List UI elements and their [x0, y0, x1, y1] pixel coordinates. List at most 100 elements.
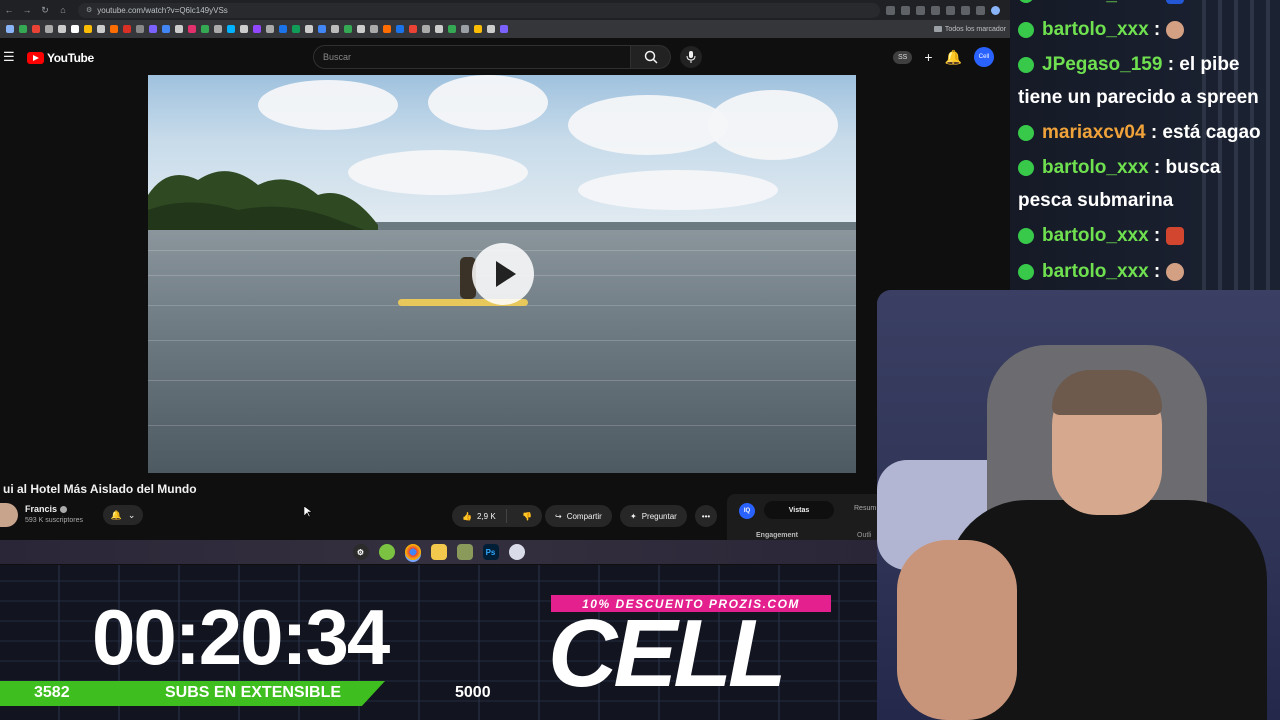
- bookmark-icon[interactable]: [253, 25, 261, 33]
- ask-button[interactable]: ✦ Preguntar: [620, 505, 687, 527]
- like-button[interactable]: 👍 2,9 K: [452, 509, 508, 523]
- bookmark-icon[interactable]: [240, 25, 248, 33]
- bookmark-icon[interactable]: [188, 25, 196, 33]
- bookmark-icon[interactable]: [279, 25, 287, 33]
- bookmark-icon[interactable]: [448, 25, 456, 33]
- account-badge[interactable]: SS: [893, 50, 913, 64]
- bookmark-icon[interactable]: [266, 25, 274, 33]
- more-actions-button[interactable]: •••: [695, 505, 717, 527]
- share-page-icon[interactable]: [901, 5, 910, 15]
- chat-badge-icon: [1018, 227, 1034, 244]
- app-icon[interactable]: [508, 544, 525, 560]
- chat-emote-icon: [1165, 262, 1184, 281]
- channel-avatar[interactable]: [0, 503, 18, 527]
- reload-icon[interactable]: ↻: [36, 5, 54, 16]
- extension-icons: [886, 5, 1000, 15]
- extension-icon[interactable]: [931, 5, 940, 15]
- bookmark-icon[interactable]: [58, 25, 66, 33]
- subs-current: 3582: [34, 684, 70, 701]
- extension-icon[interactable]: [946, 5, 955, 15]
- bookmark-icon[interactable]: [383, 25, 391, 33]
- all-bookmarks-button[interactable]: Todos los marcador: [933, 20, 1010, 38]
- bookmark-icon[interactable]: [344, 25, 352, 33]
- address-bar[interactable]: ⚙ youtube.com/watch?v=Q6lc149yVSs: [78, 2, 880, 18]
- forward-icon[interactable]: →: [18, 5, 36, 15]
- microphone-icon: [686, 51, 696, 63]
- video-player[interactable]: [148, 75, 856, 473]
- bookmark-icon[interactable]: [474, 25, 482, 33]
- bookmark-icon[interactable]: [32, 25, 40, 33]
- site-info-icon[interactable]: ⚙: [86, 6, 92, 14]
- chat-badge-icon: [1018, 159, 1034, 176]
- bookmark-icon[interactable]: [487, 25, 495, 33]
- bookmark-icon[interactable]: [149, 25, 157, 33]
- tab-resumen[interactable]: Resum: [854, 505, 876, 512]
- youtube-header: ☰ YouTube SS + 🔔 Cell: [0, 38, 1010, 76]
- chat-emote-icon: [1165, 20, 1184, 39]
- menu-icon[interactable]: [976, 5, 985, 15]
- bookmark-icon[interactable]: [136, 25, 144, 33]
- bookmark-icon[interactable]: [123, 25, 131, 33]
- more-dots-icon: •••: [701, 511, 711, 521]
- menu-icon[interactable]: ☰: [3, 49, 15, 65]
- folder-icon[interactable]: [430, 544, 447, 560]
- bookmark-icon[interactable]: [318, 25, 326, 33]
- bookmark-icon[interactable]: [227, 25, 235, 33]
- subscription-bell-button[interactable]: 🔔 ⌄: [103, 505, 143, 525]
- search-button[interactable]: [631, 45, 671, 69]
- back-icon[interactable]: ←: [0, 5, 18, 15]
- bookmark-icon[interactable]: [175, 25, 183, 33]
- bookmark-star-icon[interactable]: [916, 5, 925, 15]
- bookmark-icon[interactable]: [110, 25, 118, 33]
- chat-badge-icon: [1018, 21, 1034, 38]
- notifications-bell-icon[interactable]: 🔔: [945, 48, 962, 66]
- avatar[interactable]: Cell: [973, 47, 994, 67]
- search-input[interactable]: [313, 45, 631, 69]
- extensions-puzzle-icon[interactable]: [961, 5, 970, 15]
- chat-text: : busca: [1148, 157, 1221, 178]
- bookmark-icon[interactable]: [84, 25, 92, 33]
- bookmark-icon[interactable]: [19, 25, 27, 33]
- bookmark-icon[interactable]: [45, 25, 53, 33]
- bookmark-icon[interactable]: [305, 25, 313, 33]
- dislike-button[interactable]: 👎: [512, 512, 542, 521]
- chrome-icon[interactable]: [404, 544, 421, 560]
- bookmarks-bar: Todos los marcador: [0, 20, 1010, 38]
- tab-vistas[interactable]: Vistas: [764, 501, 834, 519]
- bookmark-icon[interactable]: [409, 25, 417, 33]
- bookmark-icon[interactable]: [357, 25, 365, 33]
- chat-message: mariaxcv04 : está cagao: [1018, 116, 1261, 150]
- iq-icon[interactable]: IQ: [739, 503, 755, 519]
- wave-line: [148, 425, 856, 426]
- channel-name[interactable]: Francis: [25, 504, 68, 514]
- bookmark-icon[interactable]: [435, 25, 443, 33]
- bookmark-icon[interactable]: [500, 25, 508, 33]
- share-button[interactable]: ↪ Compartir: [545, 505, 612, 527]
- photoshop-icon[interactable]: Ps: [482, 544, 499, 560]
- app-icon[interactable]: ⚙: [352, 544, 369, 560]
- bookmark-icon[interactable]: [214, 25, 222, 33]
- bookmark-icon[interactable]: [292, 25, 300, 33]
- youtube-logo[interactable]: YouTube: [27, 51, 94, 65]
- create-plus-icon[interactable]: +: [924, 48, 932, 66]
- bookmark-icon[interactable]: [97, 25, 105, 33]
- bookmark-icon[interactable]: [461, 25, 469, 33]
- bookmark-icon[interactable]: [331, 25, 339, 33]
- bookmark-icon[interactable]: [6, 25, 14, 33]
- app-icon[interactable]: [456, 544, 473, 560]
- voice-search-button[interactable]: [680, 46, 702, 68]
- play-button-icon[interactable]: [472, 243, 534, 305]
- home-icon[interactable]: ⌂: [54, 5, 72, 15]
- profile-icon[interactable]: [991, 5, 1000, 15]
- video-cloud: [568, 95, 728, 155]
- zoom-icon[interactable]: [886, 5, 895, 15]
- outlier-label: Outli: [857, 532, 872, 539]
- bookmark-icon[interactable]: [370, 25, 378, 33]
- bookmark-icon[interactable]: [422, 25, 430, 33]
- bookmark-icon[interactable]: [162, 25, 170, 33]
- bookmark-icon[interactable]: [201, 25, 209, 33]
- app-icon[interactable]: [378, 544, 395, 560]
- chat-message-continuation: tiene un parecido a spreen: [1018, 87, 1259, 108]
- bookmark-icon[interactable]: [71, 25, 79, 33]
- bookmark-icon[interactable]: [396, 25, 404, 33]
